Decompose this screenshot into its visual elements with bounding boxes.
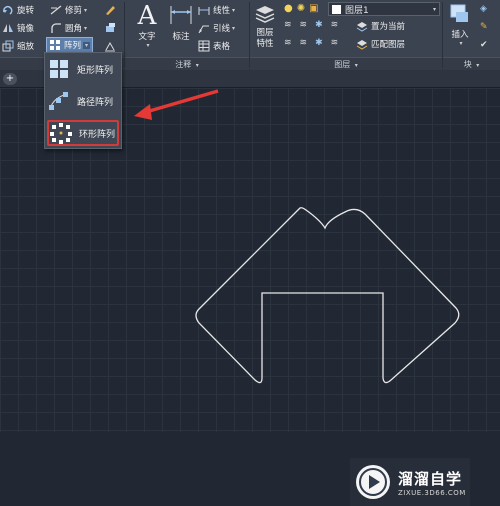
text-icon: A xyxy=(137,1,157,31)
array-icon xyxy=(49,39,61,51)
layer-thaw-icon[interactable]: ✱ xyxy=(315,38,323,48)
fillet-icon xyxy=(50,22,62,34)
layer-stack-icon xyxy=(252,2,278,28)
table-icon xyxy=(198,40,210,52)
rectangular-array-label: 矩形阵列 xyxy=(77,65,114,76)
array-dropdown-menu: 矩形阵列 路径阵列 环形阵列 xyxy=(44,52,122,149)
mirror-button[interactable]: 镜像 xyxy=(2,20,34,36)
array-button[interactable]: 阵列 ▾ xyxy=(46,37,94,53)
scale-button[interactable]: 缩放 xyxy=(2,38,34,54)
linear-button[interactable]: 线性 ▾ xyxy=(198,2,235,18)
path-array-label: 路径阵列 xyxy=(77,97,114,108)
block-tools: ◈ ✎ ✔ xyxy=(480,4,488,50)
chevron-down-icon: ▾ xyxy=(432,5,436,13)
mirror-label: 镜像 xyxy=(17,24,35,34)
menu-item-polar-array[interactable]: 环形阵列 xyxy=(47,120,119,146)
layer-properties-label: 图层 特性 xyxy=(256,28,274,49)
layer-lock-icon[interactable]: ≋ xyxy=(331,20,339,30)
layer-on-icon[interactable]: ≋ xyxy=(284,38,292,48)
table-label: 表格 xyxy=(213,42,231,52)
layers-panel-title[interactable]: 图层 ▾ xyxy=(250,57,442,70)
polar-array-label: 环形阵列 xyxy=(79,129,116,140)
mirror-icon xyxy=(2,22,14,34)
layer-freeze-icon[interactable]: ✱ xyxy=(315,20,323,30)
erase-icon xyxy=(104,4,116,16)
trim-label: 修剪 xyxy=(65,6,83,16)
lock-icon[interactable]: ▣ xyxy=(309,3,318,14)
layer-properties-button[interactable]: 图层 特性 xyxy=(252,2,278,50)
rotate-label: 旋转 xyxy=(17,6,35,16)
rectangular-array-icon xyxy=(47,58,71,80)
leader-icon xyxy=(198,22,210,34)
rotate-icon xyxy=(2,4,14,16)
stretch-icon xyxy=(104,40,116,52)
text-label: 文字 xyxy=(138,32,156,42)
text-button[interactable]: A 文字 ▾ xyxy=(130,2,164,49)
edit-block-icon[interactable]: ✎ xyxy=(480,22,488,32)
bulb-icon[interactable]: ● xyxy=(284,3,293,14)
match-layer-button[interactable]: 匹配图层 xyxy=(356,36,405,52)
layer-state-icons: ● ✺ ▣ xyxy=(284,3,319,14)
insert-label: 插入 xyxy=(451,30,469,40)
fillet-button[interactable]: 圆角 ▾ xyxy=(50,20,87,36)
linear-label: 线性 xyxy=(213,6,231,16)
current-layer-name: 图层1 xyxy=(345,5,369,16)
watermark-url: ZIXUE.3D66.COM xyxy=(398,488,466,497)
erase-button[interactable] xyxy=(104,2,119,18)
polar-array-icon xyxy=(49,122,73,144)
scale-icon xyxy=(2,40,14,52)
create-block-icon[interactable]: ◈ xyxy=(480,4,488,14)
layer-isolate-icon[interactable]: ≋ xyxy=(300,20,308,30)
dimension-label: 标注 xyxy=(172,32,190,42)
layer-unisolate-icon[interactable]: ≋ xyxy=(300,38,308,48)
array-label: 阵列 xyxy=(64,41,82,51)
trim-icon xyxy=(50,4,62,16)
trim-button[interactable]: 修剪 ▾ xyxy=(50,2,87,18)
explode-icon xyxy=(104,22,116,34)
annotation-panel-title[interactable]: 注释 ▾ xyxy=(125,57,249,70)
scale-label: 缩放 xyxy=(17,42,35,52)
rotate-button[interactable]: 旋转 xyxy=(2,2,34,18)
sun-icon[interactable]: ✺ xyxy=(297,3,305,14)
insert-button[interactable]: 插入 ▾ xyxy=(446,2,474,47)
watermark-brand: 溜溜自学 xyxy=(398,469,463,488)
layer-unlock-icon[interactable]: ≋ xyxy=(331,38,339,48)
insert-block-icon xyxy=(446,2,474,28)
menu-item-path-array[interactable]: 路径阵列 xyxy=(47,88,119,114)
leader-button[interactable]: 引线 ▾ xyxy=(198,20,235,36)
leader-label: 引线 xyxy=(213,24,231,34)
layer-tool-row-2: ≋ ≋ ✱ ≋ xyxy=(284,38,338,48)
layer-tool-row-1: ≋ ≋ ✱ ≋ xyxy=(284,20,338,30)
table-button[interactable]: 表格 xyxy=(198,38,230,54)
attribute-icon[interactable]: ✔ xyxy=(480,40,488,50)
set-current-button[interactable]: 置为当前 xyxy=(356,18,405,34)
menu-item-rectangular-array[interactable]: 矩形阵列 xyxy=(47,56,119,82)
layer-color-swatch xyxy=(332,4,341,14)
watermark: 溜溜自学 ZIXUE.3D66.COM xyxy=(350,458,470,506)
match-layer-label: 匹配图层 xyxy=(371,40,406,50)
fillet-label: 圆角 xyxy=(65,24,83,34)
path-array-icon xyxy=(47,90,71,112)
match-layer-icon xyxy=(356,38,368,50)
layer-current-icon xyxy=(356,20,368,32)
set-current-label: 置为当前 xyxy=(371,22,406,32)
layer-dropdown[interactable]: 图层1 ▾ xyxy=(328,2,440,16)
block-panel-title[interactable]: 块 ▾ xyxy=(443,57,500,70)
linear-icon xyxy=(198,4,210,16)
explode-button[interactable] xyxy=(104,20,119,36)
dimension-icon xyxy=(166,2,196,30)
new-tab-button[interactable]: + xyxy=(3,73,17,85)
dimension-button[interactable]: 标注 xyxy=(166,2,196,42)
array-dropdown-icon[interactable]: ▾ xyxy=(83,41,91,49)
play-logo-icon xyxy=(356,465,390,499)
layer-off-icon[interactable]: ≋ xyxy=(284,20,292,30)
